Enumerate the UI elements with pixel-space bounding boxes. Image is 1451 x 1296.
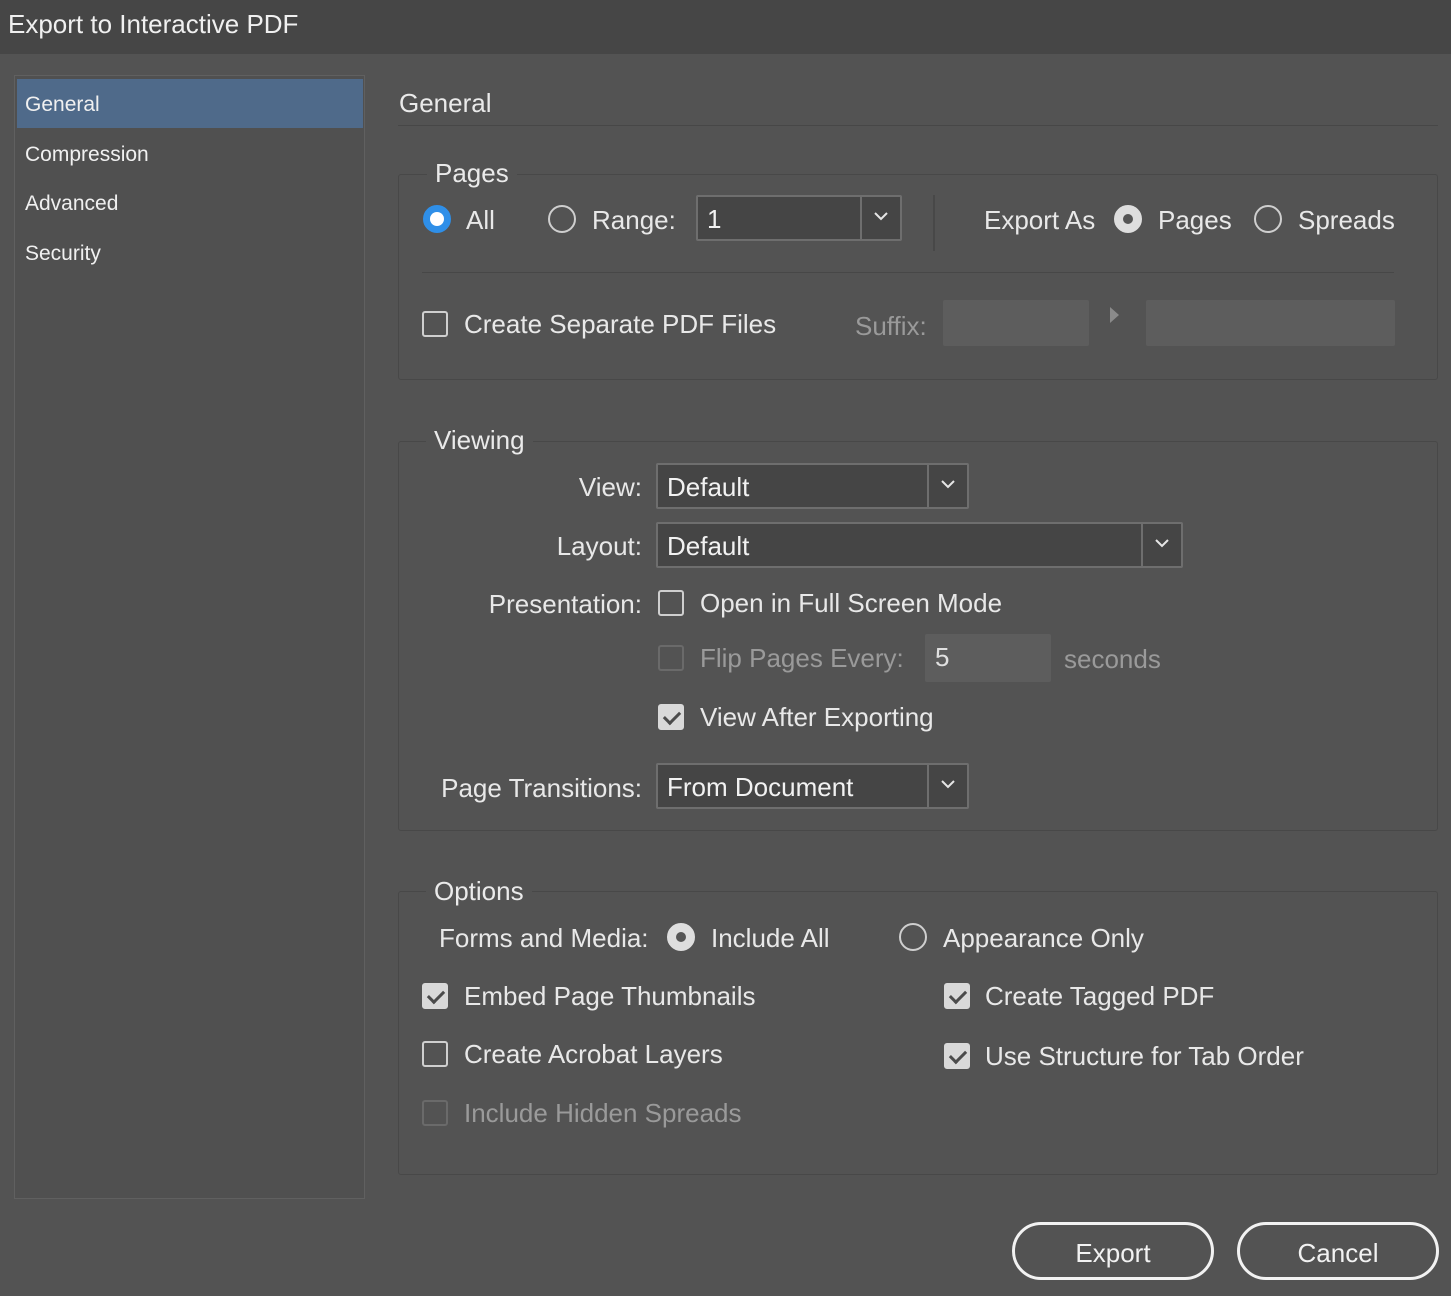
options-legend: Options [426, 876, 532, 907]
page-title: General [399, 88, 492, 118]
appearance-only-radio[interactable] [899, 923, 927, 951]
pages-all-label: All [466, 205, 495, 235]
embed-thumbnails-label: Embed Page Thumbnails [464, 981, 756, 1011]
cancel-button[interactable]: Cancel [1237, 1222, 1439, 1280]
sidebar-item-general[interactable]: General [17, 79, 363, 128]
pages-group [398, 174, 1438, 380]
view-label: View: [578, 472, 642, 502]
view-value: Default [667, 472, 750, 502]
export-as-pages-label: Pages [1158, 205, 1232, 235]
acrobat-layers-checkbox[interactable] [422, 1041, 448, 1067]
embed-thumbnails-checkbox[interactable] [422, 983, 448, 1009]
flip-pages-value: 5 [935, 642, 950, 672]
export-as-pages-radio[interactable] [1114, 205, 1142, 233]
view-after-exporting-label: View After Exporting [700, 702, 934, 732]
sidebar-item-advanced[interactable]: Advanced [17, 178, 363, 227]
create-separate-pdf-label: Create Separate PDF Files [464, 309, 777, 339]
pages-legend: Pages [427, 158, 517, 189]
pages-range-label: Range: [592, 205, 676, 235]
range-value: 1 [707, 204, 722, 234]
export-button[interactable]: Export [1012, 1222, 1214, 1280]
sidebar-item-compression[interactable]: Compression [17, 129, 363, 178]
pages-inner-divider [422, 272, 1394, 273]
acrobat-layers-label: Create Acrobat Layers [464, 1039, 723, 1069]
layout-label: Layout: [556, 531, 642, 561]
flip-pages-unit: seconds [1064, 644, 1161, 674]
tagged-pdf-checkbox[interactable] [944, 983, 970, 1009]
tagged-pdf-label: Create Tagged PDF [985, 981, 1215, 1011]
flip-pages-label: Flip Pages Every: [700, 643, 904, 673]
flip-pages-checkbox[interactable] [658, 645, 684, 671]
export-as-spreads-radio[interactable] [1254, 205, 1282, 233]
include-all-label: Include All [711, 923, 830, 953]
tab-order-label: Use Structure for Tab Order [985, 1041, 1304, 1071]
export-as-label: Export As [984, 205, 1096, 235]
heading-divider [398, 125, 1438, 126]
triangle-right-icon[interactable] [1108, 306, 1120, 329]
range-combobox[interactable]: 1 [696, 195, 902, 241]
page-transitions-label: Page Transitions: [441, 773, 642, 803]
chevron-down-icon[interactable] [860, 197, 900, 239]
layout-value: Default [667, 531, 750, 561]
sidebar-item-security[interactable]: Security [17, 228, 363, 277]
chevron-down-icon[interactable] [927, 465, 967, 507]
appearance-only-label: Appearance Only [943, 923, 1144, 953]
include-all-radio[interactable] [667, 923, 695, 951]
presentation-label: Presentation: [488, 589, 642, 619]
flip-pages-seconds-input[interactable]: 5 [925, 634, 1051, 682]
suffix-label: Suffix: [855, 311, 927, 341]
tab-order-checkbox[interactable] [944, 1043, 970, 1069]
forms-media-label: Forms and Media: [439, 923, 649, 953]
chevron-down-icon[interactable] [927, 765, 967, 807]
view-dropdown[interactable]: Default [656, 463, 969, 509]
view-after-exporting-checkbox[interactable] [658, 704, 684, 730]
full-screen-checkbox[interactable] [658, 590, 684, 616]
create-separate-pdf-checkbox[interactable] [422, 311, 448, 337]
full-screen-label: Open in Full Screen Mode [700, 588, 1003, 618]
page-transitions-dropdown[interactable]: From Document [656, 763, 969, 809]
chevron-down-icon[interactable] [1141, 524, 1181, 566]
viewing-legend: Viewing [426, 425, 533, 456]
pages-range-radio[interactable] [548, 205, 576, 233]
title-bar: Export to Interactive PDF [0, 0, 1451, 54]
sidebar: General Compression Advanced Security [14, 75, 365, 1199]
suffix-input[interactable] [943, 300, 1089, 346]
layout-dropdown[interactable]: Default [656, 522, 1183, 568]
pages-vertical-divider [933, 195, 935, 251]
hidden-spreads-checkbox[interactable] [422, 1100, 448, 1126]
suffix-token-field[interactable] [1146, 300, 1395, 346]
hidden-spreads-label: Include Hidden Spreads [464, 1098, 742, 1128]
export-as-spreads-label: Spreads [1298, 205, 1395, 235]
page-transitions-value: From Document [667, 772, 854, 802]
pages-all-radio[interactable] [423, 205, 451, 233]
window-title: Export to Interactive PDF [8, 9, 299, 39]
